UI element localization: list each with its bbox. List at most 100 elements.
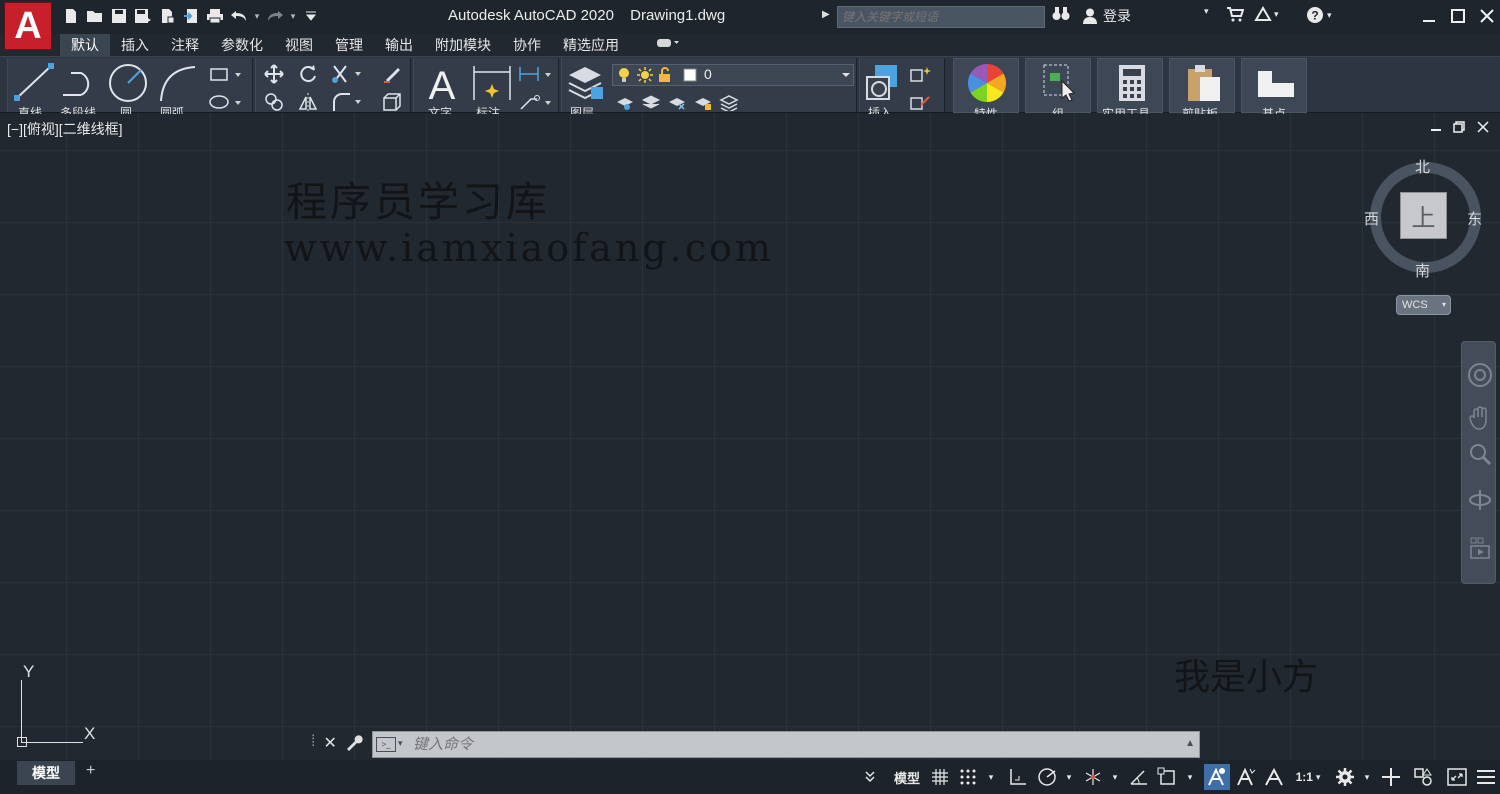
pan-icon[interactable] (1462, 406, 1497, 430)
auto-scale-icon[interactable] (1233, 764, 1259, 790)
tab-insert[interactable]: 插入 (110, 34, 160, 56)
compass-west[interactable]: 西 (1364, 208, 1379, 229)
recent-commands-dropdown-icon[interactable]: ▾ (398, 738, 403, 749)
command-history-icon[interactable]: ▲ (1185, 738, 1195, 749)
linear-dimension-icon[interactable] (516, 64, 554, 84)
application-menu-button[interactable]: A (4, 2, 52, 50)
open-icon[interactable] (84, 4, 106, 28)
grid-icon[interactable] (928, 764, 952, 790)
command-line[interactable]: >_ ▾ ▲ (372, 731, 1200, 758)
object-snap-tracking-icon[interactable] (1126, 764, 1152, 790)
circle-tool-button[interactable] (106, 62, 150, 104)
ribbon-toggle-icon[interactable] (646, 34, 690, 56)
rotate-icon[interactable] (296, 64, 320, 84)
annotation-visibility-icon[interactable] (1204, 764, 1230, 790)
move-icon[interactable] (262, 64, 286, 84)
tab-default[interactable]: 默认 (60, 34, 110, 56)
insert-block-button[interactable] (864, 62, 904, 104)
tab-featured-apps[interactable]: 精选应用 (552, 34, 630, 56)
minimize-window-button[interactable] (1414, 4, 1444, 28)
add-layout-icon[interactable]: + (86, 762, 95, 780)
array-icon[interactable] (380, 92, 404, 112)
properties-button[interactable]: 特性 (953, 58, 1019, 121)
steering-wheel-icon[interactable] (1462, 362, 1497, 388)
compass-east[interactable]: 东 (1467, 208, 1482, 229)
share-icon[interactable] (180, 4, 202, 28)
plot-preview-icon[interactable] (156, 4, 178, 28)
polar-tracking-icon[interactable] (1034, 764, 1060, 790)
utilities-button[interactable]: 实用工具 (1097, 58, 1163, 121)
command-line-customize-icon[interactable] (345, 733, 363, 756)
tab-annotate[interactable]: 注释 (160, 34, 210, 56)
autodesk-app-store-icon[interactable] (1226, 6, 1244, 22)
compass-north[interactable]: 北 (1415, 156, 1430, 177)
view-button[interactable]: 基点 (1241, 58, 1307, 121)
tab-view[interactable]: 视图 (274, 34, 324, 56)
search-box[interactable] (837, 6, 1045, 28)
edit-block-icon[interactable] (908, 92, 932, 112)
layer-properties-button[interactable] (566, 62, 606, 104)
save-icon[interactable] (108, 4, 130, 28)
command-input[interactable] (413, 732, 1173, 757)
a360-icon[interactable]: ▾ (1254, 6, 1279, 22)
arc-tool-button[interactable] (154, 62, 200, 104)
fillet-icon[interactable] (330, 92, 364, 112)
search-expand-icon[interactable]: ▶ (822, 9, 830, 20)
ellipse-tool-button[interactable] (206, 92, 244, 112)
dimension-tool-button[interactable] (470, 62, 514, 104)
zoom-extents-icon[interactable] (1462, 442, 1497, 466)
mirror-icon[interactable] (296, 92, 320, 112)
redo-icon[interactable] (264, 4, 286, 28)
new-icon[interactable] (60, 4, 82, 28)
redo-dropdown-icon[interactable]: ▾ (288, 4, 298, 28)
print-icon[interactable] (204, 4, 226, 28)
save-as-icon[interactable] (132, 4, 154, 28)
help-icon[interactable]: ? ▾ (1306, 6, 1332, 24)
trim-icon[interactable] (330, 64, 364, 84)
command-line-grip-icon[interactable]: ⁞ (311, 733, 315, 756)
viewcube-top-face[interactable]: 上 (1400, 192, 1447, 239)
create-block-icon[interactable] (908, 64, 932, 84)
object-snap-dropdown-icon[interactable]: ▾ (1183, 764, 1197, 790)
clean-screen-icon[interactable] (1444, 764, 1470, 790)
annotation-monitor-icon[interactable] (1378, 764, 1404, 790)
layer-dropdown-arrow-icon[interactable] (840, 68, 852, 82)
polar-dropdown-icon[interactable]: ▾ (1062, 764, 1076, 790)
status-more-icon[interactable] (862, 764, 878, 790)
viewport-minimize-icon[interactable] (1430, 120, 1442, 136)
polyline-tool-button[interactable] (60, 66, 104, 102)
sign-in-dropdown-icon[interactable]: ▾ (1204, 6, 1209, 17)
sign-in-button[interactable]: 登录 (1083, 6, 1131, 26)
model-space-button[interactable]: 模型 (891, 764, 923, 790)
model-layout-tab[interactable]: 模型 (17, 761, 75, 785)
maximize-window-button[interactable] (1443, 4, 1473, 28)
isolate-objects-icon[interactable] (1410, 764, 1436, 790)
compass-south[interactable]: 南 (1415, 260, 1430, 281)
search-input[interactable] (838, 7, 1044, 27)
viewport-controls-label[interactable]: [−][俯视][二维线框] (7, 119, 123, 139)
undo-icon[interactable] (228, 4, 250, 28)
text-tool-button[interactable]: A (420, 60, 464, 106)
viewport-close-icon[interactable] (1477, 120, 1489, 136)
layer-on-icon[interactable] (616, 66, 632, 84)
ortho-icon[interactable] (1005, 764, 1031, 790)
wcs-menu[interactable]: WCS ▾ (1396, 295, 1451, 315)
groups-button[interactable]: 组 (1025, 58, 1091, 121)
customization-menu-icon[interactable] (1473, 764, 1499, 790)
leader-icon[interactable] (516, 92, 554, 112)
tab-output[interactable]: 输出 (374, 34, 424, 56)
customize-icon[interactable] (300, 4, 322, 28)
undo-dropdown-icon[interactable]: ▾ (252, 4, 262, 28)
binoculars-icon[interactable] (1052, 6, 1070, 22)
tab-parametric[interactable]: 参数化 (210, 34, 274, 56)
annotation-scale-icon[interactable] (1262, 764, 1286, 790)
annotation-scale-value[interactable]: 1:1 ▾ (1290, 764, 1326, 790)
close-window-button[interactable] (1472, 4, 1500, 28)
viewport-restore-icon[interactable] (1453, 120, 1465, 136)
rectangle-tool-button[interactable] (206, 64, 244, 84)
copy-icon[interactable] (262, 92, 286, 112)
layer-unlock-icon[interactable] (656, 66, 674, 84)
line-tool-button[interactable] (12, 62, 56, 102)
object-snap-icon[interactable] (1154, 764, 1180, 790)
snap-mode-icon[interactable] (956, 764, 980, 790)
